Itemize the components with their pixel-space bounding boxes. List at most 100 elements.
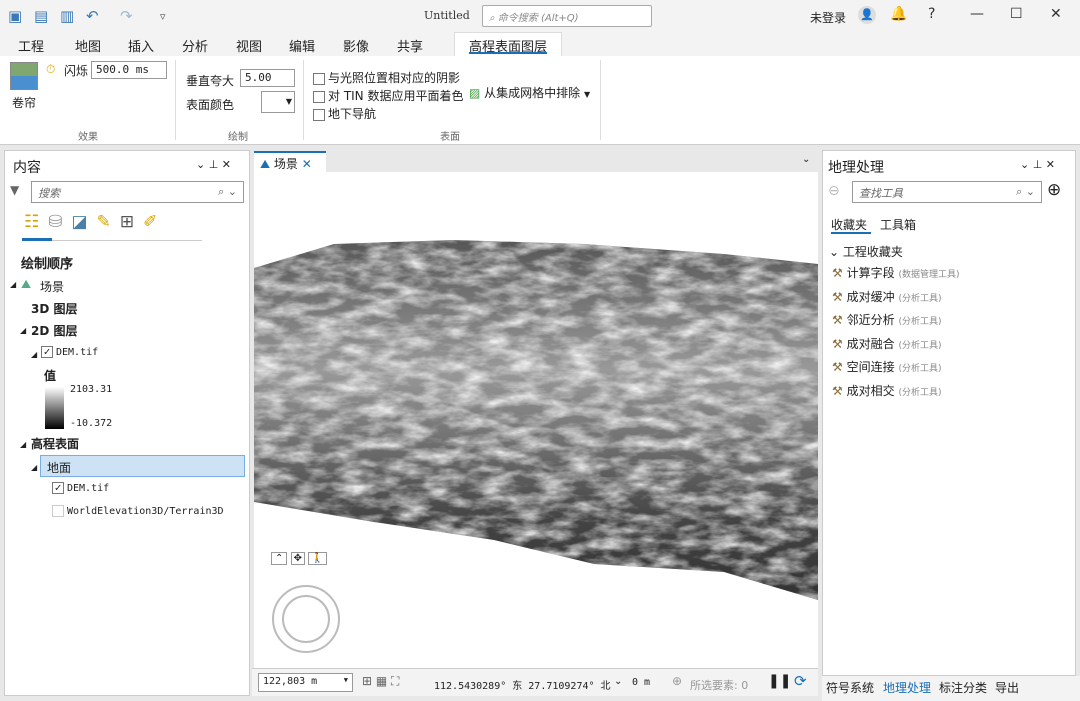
tin-flat-checkbox[interactable]: 对 TIN 数据应用平面着色 — [313, 87, 463, 104]
vertical-exaggeration-input[interactable]: 5.00 — [240, 69, 295, 87]
find-tools-input[interactable]: 查找工具 ⌕ ⌄ — [852, 181, 1042, 203]
tool-item[interactable]: ⚒ 成对缓冲 (分析工具) — [832, 288, 941, 305]
maximize-button[interactable]: ☐ — [1010, 6, 1023, 22]
editing-icon[interactable]: ✎ — [97, 212, 120, 232]
flicker-input[interactable]: 500.0 ms — [91, 61, 167, 79]
refresh-button[interactable]: ⟳ — [794, 672, 807, 690]
expand-icon[interactable]: ◢ — [10, 280, 16, 289]
command-search-input[interactable]: ⌕ 命令搜索 (Alt+Q) — [482, 5, 652, 27]
pause-button[interactable]: ❚❚ — [768, 673, 791, 689]
surface-color-picker[interactable]: ▼ — [261, 91, 295, 113]
tab-edit[interactable]: 编辑 — [289, 36, 315, 55]
first-person-icon[interactable]: 🚶 — [308, 552, 327, 565]
expand-icon[interactable]: ◢ — [31, 463, 37, 472]
selection-icon[interactable]: ⊕ — [672, 674, 682, 688]
redo-icon[interactable]: ↷ — [120, 7, 133, 25]
avatar[interactable]: 👤 — [858, 6, 876, 24]
tool-item[interactable]: ⚒ 计算字段 (数据管理工具) — [832, 264, 959, 281]
tab-view[interactable]: 视图 — [236, 36, 262, 55]
tab-export[interactable]: 导出 — [995, 679, 1019, 696]
undo-icon[interactable]: ↶ — [86, 7, 99, 25]
tab-elevation-surface-layer[interactable]: 高程表面图层 — [454, 32, 563, 56]
tin-label: 对 TIN 数据应用平面着色 — [328, 89, 464, 103]
tab-project[interactable]: 工程 — [18, 36, 44, 55]
scene-view[interactable] — [254, 172, 818, 668]
save-icon[interactable]: ▥ — [60, 7, 74, 25]
tab-insert[interactable]: 插入 — [128, 36, 154, 55]
dem-visibility-checkbox[interactable] — [41, 346, 53, 358]
snapping-icon[interactable]: ⊞ — [120, 212, 143, 232]
expand-icon[interactable]: ◢ — [20, 326, 26, 335]
ground-surface-item[interactable]: 地面 — [40, 455, 245, 477]
tab-analysis[interactable]: 分析 — [182, 36, 208, 55]
shade-checkbox[interactable]: 与光照位置相对应的阴影 — [313, 69, 460, 86]
expand-icon[interactable]: ◢ — [20, 440, 26, 449]
elevation-readout: 0 m — [632, 677, 651, 688]
sign-in-status[interactable]: 未登录 — [810, 9, 846, 26]
window-title: Untitled — [424, 9, 470, 22]
back-icon[interactable]: ⊖ — [828, 183, 840, 199]
tool-item[interactable]: ⚒ 成对相交 (分析工具) — [832, 382, 941, 399]
open-icon[interactable]: ▤ — [34, 7, 48, 25]
2d-layers-item[interactable]: 2D 图层 — [31, 322, 78, 339]
swipe-button[interactable]: 卷帘 — [12, 94, 36, 111]
new-project-icon[interactable]: ▣ — [8, 7, 22, 25]
chevron-down-icon: ▼ — [584, 90, 591, 99]
tab-geoprocessing[interactable]: 地理处理 — [883, 679, 931, 696]
checkbox — [313, 108, 325, 121]
customize-icon[interactable]: ▿ — [160, 10, 166, 23]
chevron-down-icon[interactable]: ⌄ — [802, 154, 810, 165]
contents-search-input[interactable]: 搜索 ⌕ ⌄ — [31, 181, 244, 203]
minimize-button[interactable]: — — [970, 6, 984, 22]
chevron-down-icon[interactable]: ⌄ — [614, 676, 622, 687]
help-icon[interactable]: ? — [928, 6, 935, 22]
data-source-icon[interactable]: ⛁ — [48, 212, 71, 232]
grid-icons[interactable]: ⊞ ▦ ⛶ — [362, 674, 399, 689]
tab-favorites[interactable]: 收藏夹 — [831, 216, 867, 233]
close-button[interactable]: ✕ — [1050, 6, 1062, 22]
tab-toolboxes[interactable]: 工具箱 — [880, 216, 916, 233]
close-icon[interactable]: ✕ — [302, 157, 312, 171]
exclude-mesh-button[interactable]: ▨ 从集成网格中排除 ▼ — [469, 84, 590, 101]
world-elevation-item[interactable]: WorldElevation3D/Terrain3D — [52, 505, 224, 517]
search-icon[interactable]: ⌕ ⌄ — [1016, 185, 1035, 199]
tool-item[interactable]: ⚒ 成对融合 (分析工具) — [832, 335, 941, 352]
dem-layer-item[interactable]: DEM.tif — [41, 346, 98, 358]
pan-icon[interactable]: ✥ — [290, 552, 305, 565]
expand-icon[interactable]: ◢ — [31, 350, 37, 359]
tab-scene[interactable]: ⛰ 场景 ✕ — [254, 151, 326, 173]
navigator-compass[interactable] — [272, 585, 340, 653]
ground-dem-item[interactable]: DEM.tif — [52, 482, 109, 494]
filter-icon[interactable]: ▼ — [10, 183, 19, 197]
project-favorites-folder[interactable]: ⌄ 工程收藏夹 — [829, 243, 903, 260]
pane-menu-icon[interactable]: ⌄ ⊥ ✕ — [196, 158, 231, 171]
terrain-render[interactable] — [254, 172, 818, 668]
tab-imagery[interactable]: 影像 — [343, 36, 369, 55]
scene-item[interactable]: 场景 — [40, 278, 64, 295]
tab-map[interactable]: 地图 — [75, 36, 101, 55]
scale-select[interactable]: 122,803 m ▼ — [258, 673, 353, 692]
labeling-icon[interactable]: ✐ — [143, 212, 166, 232]
selection-icon[interactable]: ◪ — [72, 212, 97, 232]
underground-checkbox[interactable]: 地下导航 — [313, 105, 376, 122]
notification-icon[interactable]: 🔔 — [890, 6, 907, 22]
pane-menu-icon[interactable]: ⌄ ⊥ ✕ — [1020, 158, 1055, 171]
search-icon[interactable]: ⌕ ⌄ — [218, 185, 237, 199]
tab-symbology[interactable]: 符号系统 — [826, 679, 874, 696]
scale-value: 122,803 m — [263, 676, 318, 687]
checkbox — [313, 90, 325, 103]
drawing-order-icon[interactable]: ☷ — [24, 212, 48, 232]
ground-dem-checkbox[interactable] — [52, 482, 64, 494]
tilt-up-icon[interactable]: ⌃ — [271, 552, 288, 565]
tool-item[interactable]: ⚒ 空间连接 (分析工具) — [832, 358, 941, 375]
elevation-surfaces-item[interactable]: 高程表面 — [31, 435, 79, 452]
add-icon[interactable]: ⊕ — [1047, 180, 1061, 200]
legend-title: 值 — [44, 369, 57, 383]
group-drawing: 绘制 — [228, 132, 248, 143]
swipe-icon[interactable] — [10, 62, 38, 90]
tab-label-class[interactable]: 标注分类 — [939, 679, 987, 696]
3d-layers-item[interactable]: 3D 图层 — [31, 300, 78, 317]
tool-item[interactable]: ⚒ 邻近分析 (分析工具) — [832, 311, 941, 328]
tab-share[interactable]: 共享 — [397, 36, 423, 55]
world-elevation-checkbox[interactable] — [52, 505, 64, 517]
